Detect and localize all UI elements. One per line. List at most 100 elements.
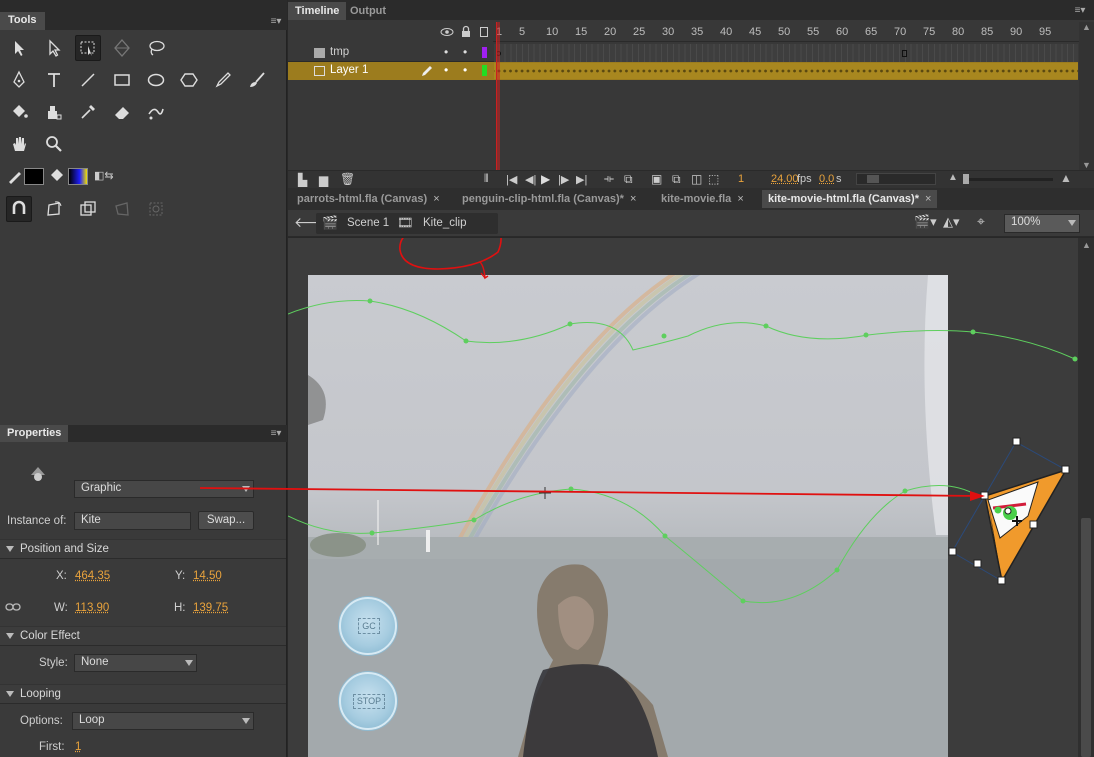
go-to-last-frame-icon[interactable]: ▶| <box>576 173 587 186</box>
tab-timeline[interactable]: Timeline <box>288 2 347 20</box>
layer-lock-dot[interactable]: • <box>463 45 467 59</box>
stroke-color-swatch[interactable] <box>24 168 44 185</box>
paint-bucket-tool-icon[interactable] <box>6 99 32 125</box>
style-select[interactable]: None <box>74 654 197 672</box>
edit-multiple-frames-icon[interactable]: ◫ <box>691 172 702 186</box>
delete-layer-icon[interactable]: 🗑 <box>340 172 355 186</box>
playhead[interactable] <box>496 22 500 172</box>
center-stage-icon[interactable]: ⌖ <box>977 213 985 230</box>
subselection-tool-icon[interactable] <box>41 35 67 61</box>
doc-tab-kite-movie[interactable]: kite-movie.fla × <box>655 190 750 208</box>
eraser-tool-icon[interactable] <box>109 99 135 125</box>
close-icon[interactable]: × <box>433 193 439 205</box>
center-frame-icon[interactable]: ⫴ <box>484 173 489 186</box>
envelope-icon[interactable] <box>143 196 169 222</box>
edit-scene-icon[interactable]: 🎬▾ <box>914 214 937 230</box>
free-transform-tool-icon[interactable] <box>75 35 101 61</box>
selection-tool-icon[interactable] <box>6 35 32 61</box>
zoom-tool-icon[interactable] <box>41 131 67 157</box>
polystar-tool-icon[interactable] <box>176 67 202 93</box>
new-layer-icon[interactable]: ▙ <box>298 173 307 187</box>
fps-value[interactable]: 24.00 <box>771 173 799 185</box>
new-folder-icon[interactable]: ▆ <box>319 173 328 187</box>
fill-color-icon[interactable] <box>44 163 70 189</box>
properties-panel-menu-icon[interactable]: ≡▾ <box>268 428 284 440</box>
tools-panel-menu-icon[interactable]: ≡▾ <box>268 16 284 28</box>
layer-visible-dot[interactable]: • <box>444 45 448 59</box>
snap-to-objects-icon[interactable] <box>6 196 32 222</box>
frame-ruler[interactable]: 1 5 10 15 20 25 30 35 40 45 50 55 60 65 … <box>493 22 1079 42</box>
swap-colors-icon[interactable]: ◧⇆ <box>94 169 120 183</box>
zoom-out-mountain-icon[interactable]: ▲ <box>948 172 958 183</box>
looping-options-select[interactable]: Loop <box>72 712 254 730</box>
swap-button[interactable]: Swap... <box>198 511 254 530</box>
layer-frames-tween[interactable] <box>494 63 1078 79</box>
position-size-section-header[interactable]: Position and Size <box>0 539 286 559</box>
current-frame-value[interactable]: 1 <box>738 173 744 185</box>
h-value[interactable]: 139.75 <box>193 602 228 614</box>
oval-tool-icon[interactable] <box>143 67 169 93</box>
timeline-menu-icon[interactable]: ≡▾ <box>1072 5 1088 17</box>
eye-icon[interactable] <box>440 26 454 38</box>
link-proportions-icon[interactable] <box>5 601 21 613</box>
tab-output[interactable]: Output <box>343 2 393 20</box>
layer-row-tmp[interactable]: tmp • • <box>288 44 1078 62</box>
zoom-select[interactable]: 100% <box>1004 214 1080 233</box>
ink-bottle-tool-icon[interactable] <box>41 99 67 125</box>
distort-icon[interactable] <box>109 196 135 222</box>
edit-symbols-icon[interactable]: ◭▾ <box>943 214 960 230</box>
breadcrumb-scene[interactable]: Scene 1 <box>347 217 389 229</box>
bone-tool-icon[interactable] <box>143 99 169 125</box>
line-tool-icon[interactable] <box>75 67 101 93</box>
tools-panel-tab[interactable]: Tools <box>0 12 45 30</box>
lock-icon[interactable] <box>460 25 472 38</box>
scale-icon[interactable] <box>75 196 101 222</box>
looping-section-header[interactable]: Looping <box>0 684 286 704</box>
layer-lock-dot[interactable]: • <box>463 63 467 77</box>
3d-rotation-tool-icon[interactable] <box>109 35 135 61</box>
lasso-tool-icon[interactable] <box>143 35 169 61</box>
onion-skin-icon[interactable]: ⧉ <box>624 172 633 187</box>
loop-icon[interactable]: ⟛ <box>604 173 614 186</box>
color-effect-section-header[interactable]: Color Effect <box>0 626 286 646</box>
rotate-skew-icon[interactable] <box>41 196 67 222</box>
play-icon[interactable]: ▶ <box>541 172 550 186</box>
zoom-in-mountain-icon[interactable]: ▲ <box>1060 171 1072 185</box>
outline-icon[interactable] <box>480 27 488 37</box>
instance-of-field[interactable]: Kite <box>74 512 191 530</box>
onion-skin-outlines-icon[interactable]: ⧉ <box>672 172 681 187</box>
keyframe-end[interactable] <box>902 50 907 57</box>
fill-color-swatch[interactable] <box>68 168 88 185</box>
doc-tab-kite-movie-html[interactable]: kite-movie-html.fla (Canvas)* × <box>762 190 938 208</box>
stage-scrollbar-vertical[interactable]: ▲ <box>1078 238 1094 757</box>
doc-tab-parrots[interactable]: parrots-html.fla (Canvas) × <box>291 190 446 208</box>
brush-tool-icon[interactable] <box>244 67 270 93</box>
onion-outline-icon[interactable]: ▣ <box>651 172 662 186</box>
timeline-scrollbar-vertical[interactable]: ▲ ▼ <box>1079 22 1094 170</box>
close-icon[interactable]: × <box>925 193 931 205</box>
first-frame-value[interactable]: 1 <box>75 741 81 753</box>
step-back-icon[interactable]: ◀| <box>525 173 536 186</box>
close-icon[interactable]: × <box>630 193 636 205</box>
step-forward-icon[interactable]: |▶ <box>558 173 569 186</box>
doc-tab-penguin[interactable]: penguin-clip-html.fla (Canvas)* × <box>456 190 642 208</box>
properties-panel-tab[interactable]: Properties <box>0 425 69 442</box>
pencil-tool-icon[interactable] <box>210 67 236 93</box>
time-value[interactable]: 0.0 <box>819 173 834 185</box>
layer-color-swatch[interactable] <box>482 47 487 58</box>
text-tool-icon[interactable] <box>41 67 67 93</box>
x-value[interactable]: 464.35 <box>75 570 110 582</box>
layer-color-swatch[interactable] <box>482 65 487 76</box>
pen-tool-icon[interactable] <box>6 67 32 93</box>
eyedropper-tool-icon[interactable] <box>75 99 101 125</box>
close-icon[interactable]: × <box>737 193 743 205</box>
timeline-horizontal-scrollbar[interactable] <box>856 173 936 185</box>
go-to-first-frame-icon[interactable]: |◀ <box>506 173 517 186</box>
y-value[interactable]: 14.50 <box>193 570 222 582</box>
rectangle-tool-icon[interactable] <box>109 67 135 93</box>
layer-row-layer-1[interactable]: Layer 1 • • <box>288 62 1078 80</box>
w-value[interactable]: 113.90 <box>75 602 109 614</box>
hand-tool-icon[interactable] <box>6 131 32 157</box>
frame-zoom-slider[interactable] <box>963 174 1053 184</box>
modify-markers-icon[interactable]: ⬚ <box>708 172 719 186</box>
